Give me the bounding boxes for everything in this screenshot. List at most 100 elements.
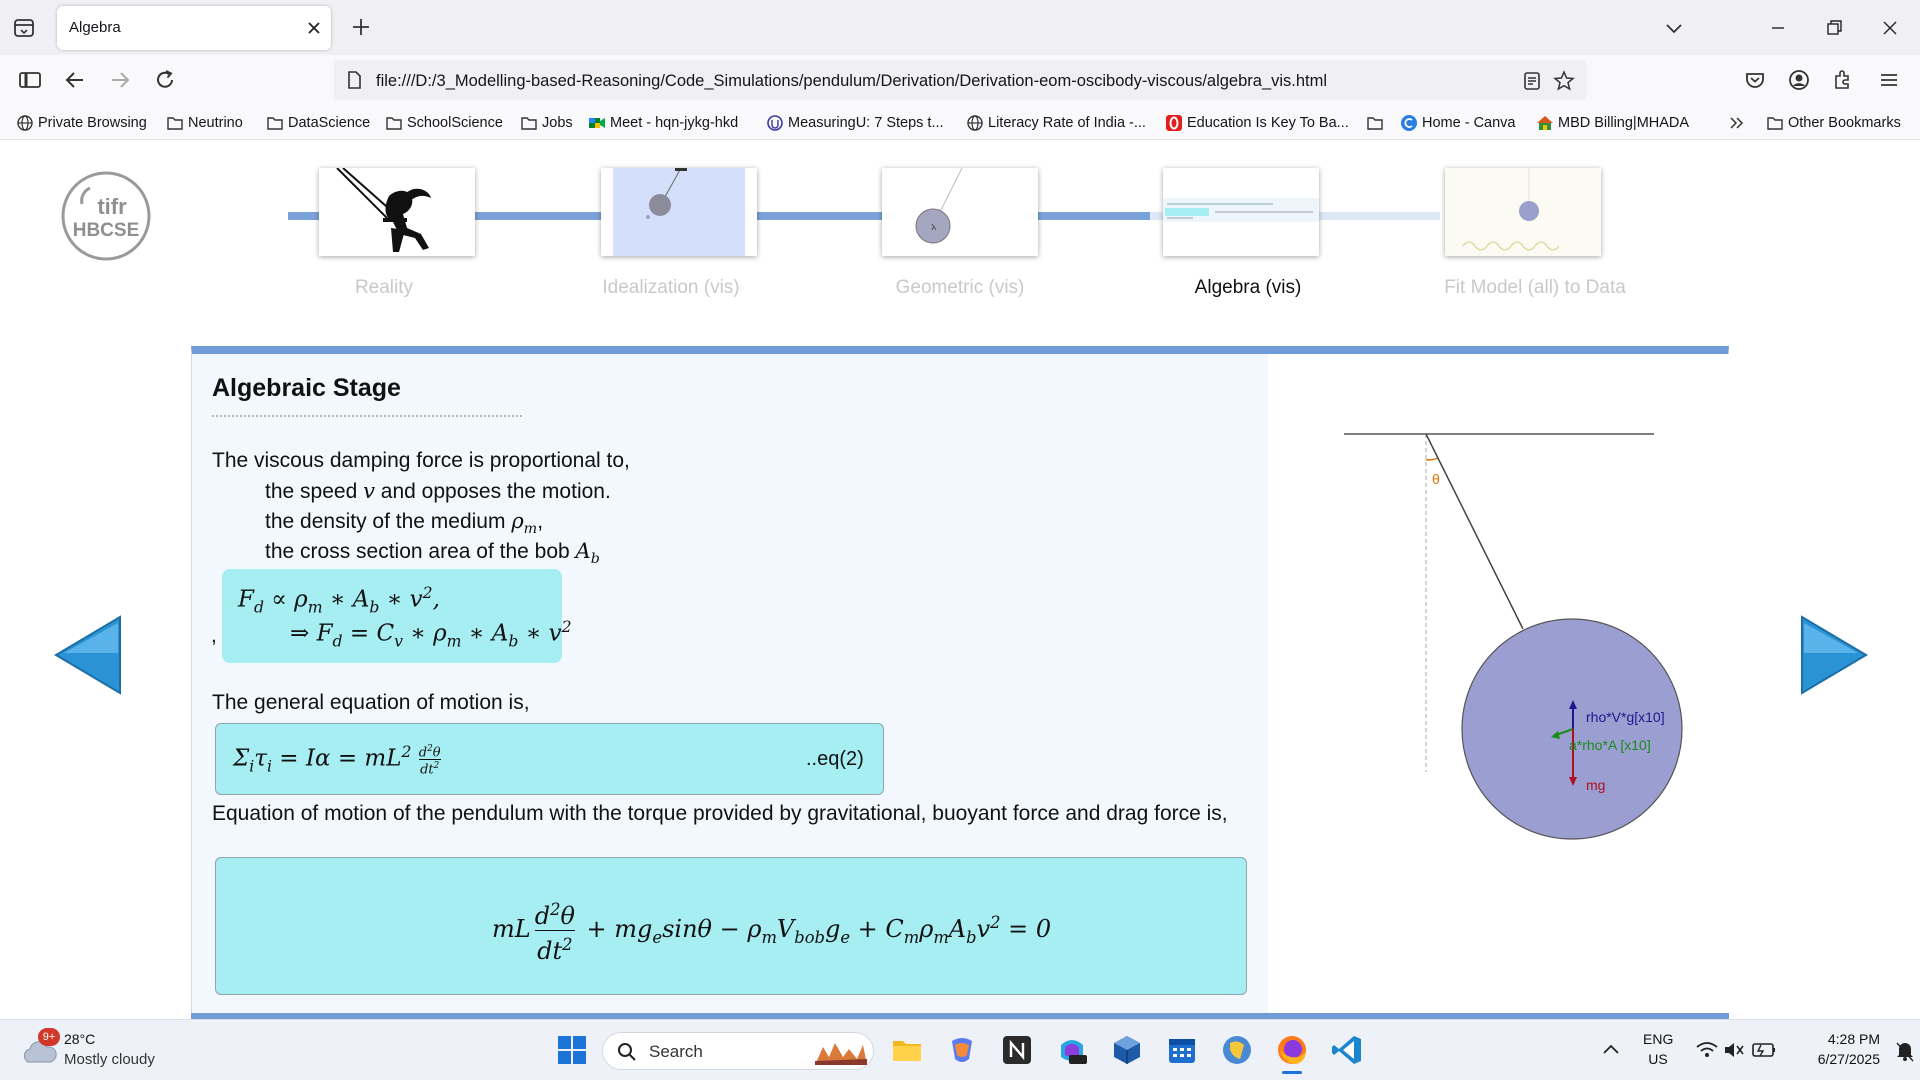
pendulum-string: [1425, 433, 1524, 630]
weather-badge: 9+: [38, 1028, 60, 1046]
bookmark-private-browsing[interactable]: Private Browsing: [16, 113, 147, 133]
url-text[interactable]: file:///D:/3_Modelling-based-Reasoning/C…: [376, 72, 1327, 91]
stage-thumb-geometric[interactable]: [882, 168, 1038, 256]
stage-label-geometric[interactable]: Geometric (vis): [865, 275, 1055, 300]
stage-label-fit-model[interactable]: Fit Model (all) to Data: [1440, 275, 1630, 300]
show-hidden-icons-chevron-icon[interactable]: [1599, 1033, 1623, 1067]
tifr-hbcse-logo: tifr HBCSE: [60, 170, 152, 262]
bookmark-star-icon[interactable]: [1553, 70, 1575, 92]
active-app-indicator: [1282, 1071, 1302, 1074]
bookmark-mbd-billing[interactable]: MBD Billing|MHADA: [1536, 113, 1689, 133]
pendulum-diagram: θ rho*V*g[x10] a*rho*A [x10] mg: [1344, 433, 1683, 840]
bookmark-jobs[interactable]: Jobs: [520, 113, 573, 133]
menu-icon[interactable]: [1876, 67, 1902, 93]
url-bar[interactable]: file:///D:/3_Modelling-based-Reasoning/C…: [334, 60, 1587, 100]
clock-date[interactable]: 6/27/2025: [1790, 1051, 1880, 1067]
algebraic-stage-panel: Algebraic Stage The viscous damping forc…: [191, 346, 1729, 1019]
bookmark-schoolscience[interactable]: SchoolScience: [385, 113, 503, 133]
file-explorer-icon[interactable]: [890, 1033, 924, 1067]
folder-icon: [267, 117, 283, 130]
tab-title: Algebra: [69, 19, 121, 36]
weather-desc[interactable]: Mostly cloudy: [64, 1051, 155, 1068]
logo-text-hbcse: HBCSE: [73, 220, 140, 241]
bookmark-canva[interactable]: Home - Canva: [1400, 113, 1515, 133]
equation-of-motion-box: mL d2θ dt2 + mgesinθ − ρmVbobge + CmρmAbv2…: [215, 857, 1247, 995]
close-tab-icon[interactable]: [305, 19, 323, 37]
comma-text: ,: [211, 624, 217, 647]
bookmark-datascience[interactable]: DataScience: [266, 113, 370, 133]
forward-icon[interactable]: [107, 67, 133, 93]
weather-widget[interactable]: 9+: [20, 1028, 60, 1068]
stage-label-idealization[interactable]: Idealization (vis): [576, 275, 766, 300]
page-icon: [344, 70, 364, 90]
notion-icon[interactable]: [1000, 1033, 1034, 1067]
system-tray-icons[interactable]: [1693, 1033, 1783, 1067]
battery-icon: [1752, 1043, 1775, 1057]
equation-tag: ..eq(2): [806, 748, 864, 770]
next-stage-arrow-icon[interactable]: [1798, 613, 1870, 697]
pocket-icon[interactable]: [1742, 67, 1768, 93]
folder-icon: [1367, 117, 1383, 130]
start-windows-icon[interactable]: [555, 1033, 589, 1067]
tab-list-icon[interactable]: [12, 16, 36, 40]
globe-icon: [17, 115, 33, 131]
eom-intro: Equation of motion of the pendulum with …: [212, 802, 1228, 825]
calendar-icon[interactable]: [1165, 1033, 1199, 1067]
new-tab-icon[interactable]: [350, 16, 372, 38]
weight-label: mg: [1586, 777, 1605, 793]
equation-of-motion: mL d2θ dt2 + mgesinθ − ρmVbobge + CmρmAbv2…: [492, 896, 1051, 965]
account-icon[interactable]: [1786, 67, 1812, 93]
bookmark-literacy-rate[interactable]: Literacy Rate of India -...: [966, 113, 1146, 133]
bookmark-meet[interactable]: Meet - hqn-jykg-hkd: [588, 113, 738, 133]
stage-thumb-algebra[interactable]: [1163, 168, 1319, 256]
reload-icon[interactable]: [152, 67, 178, 93]
bookmarks-toolbar: Private Browsing Neutrino DataScience Sc…: [0, 105, 1920, 140]
stage-thumb-idealization[interactable]: [601, 168, 757, 256]
previous-stage-arrow-icon[interactable]: [52, 613, 124, 697]
bookmark-measuringu[interactable]: MeasuringU: 7 Steps t...: [766, 113, 944, 133]
intro-text: The viscous damping force is proportiona…: [212, 449, 630, 472]
reader-view-icon[interactable]: [1521, 70, 1543, 92]
python-idle-icon[interactable]: [1220, 1033, 1254, 1067]
active-tab[interactable]: Algebra: [57, 6, 331, 50]
list-all-tabs-chevron-icon[interactable]: [1662, 16, 1686, 40]
canva-icon: [1401, 115, 1417, 131]
torque-equation: Σiτi = Iα = mL2 d2θ dt2: [233, 742, 441, 778]
folder-icon: [521, 117, 537, 130]
bookmark-education[interactable]: Education Is Key To Ba...: [1165, 113, 1349, 133]
sidebar-icon[interactable]: [17, 67, 43, 93]
search-icon: [618, 1043, 636, 1061]
extensions-icon[interactable]: [1830, 67, 1856, 93]
stage-label-algebra[interactable]: Algebra (vis): [1153, 275, 1343, 300]
close-window-icon[interactable]: [1878, 16, 1902, 40]
stage-label-reality[interactable]: Reality: [289, 275, 479, 300]
microsoft-365-icon[interactable]: [1055, 1033, 1089, 1067]
language-code[interactable]: ENG: [1643, 1031, 1673, 1047]
taskbar-search[interactable]: Search: [602, 1032, 874, 1070]
weather-temp[interactable]: 28°C: [64, 1031, 95, 1047]
vscode-icon[interactable]: [1330, 1033, 1364, 1067]
navigation-bar: file:///D:/3_Modelling-based-Reasoning/C…: [0, 55, 1920, 105]
firefox-icon[interactable]: [1275, 1033, 1309, 1074]
stage-thumb-fit-model[interactable]: [1445, 168, 1601, 256]
clock-time[interactable]: 4:28 PM: [1790, 1031, 1880, 1047]
restore-icon[interactable]: [1822, 16, 1846, 40]
other-bookmarks[interactable]: Other Bookmarks: [1766, 113, 1901, 133]
section-title: Algebraic Stage: [212, 374, 401, 402]
page-content: tifr HBCSE Reality Idealization (vis) Ge…: [0, 141, 1920, 1019]
search-highlight-icon: [815, 1043, 867, 1065]
wifi-icon: [1696, 1042, 1718, 1057]
copilot-icon[interactable]: [945, 1033, 979, 1067]
virtualbox-icon[interactable]: [1110, 1033, 1144, 1067]
minimize-icon[interactable]: [1766, 16, 1790, 40]
notification-icon[interactable]: [1893, 1033, 1917, 1067]
general-eq-intro: The general equation of motion is,: [212, 691, 530, 714]
bullet-cross-section: the cross section area of the bob Ab: [265, 539, 600, 568]
bookmark-folder[interactable]: [1366, 113, 1388, 133]
stage-thumb-reality[interactable]: [319, 168, 475, 256]
more-bookmarks-chevron-icon[interactable]: [1728, 113, 1746, 133]
back-icon[interactable]: [62, 67, 88, 93]
pendulum-diagram-column: θ rho*V*g[x10] a*rho*A [x10] mg: [1268, 354, 1729, 1018]
bookmark-neutrino[interactable]: Neutrino: [166, 113, 243, 133]
language-region[interactable]: US: [1643, 1051, 1673, 1067]
